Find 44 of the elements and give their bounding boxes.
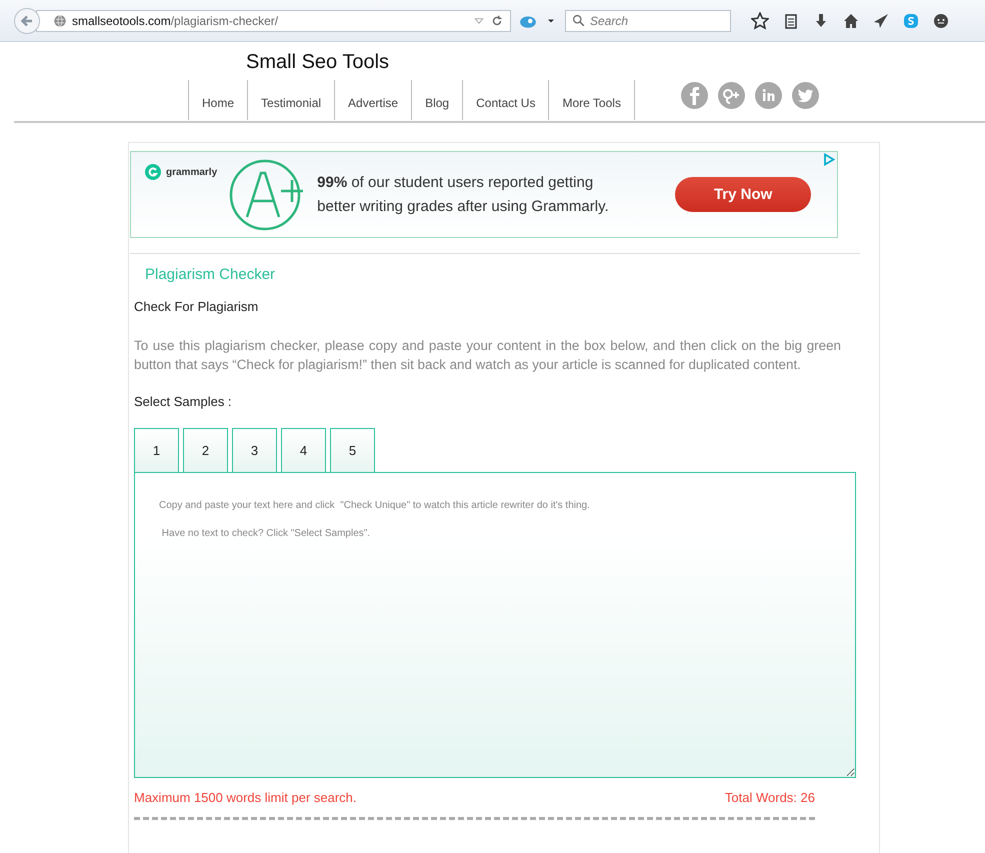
google-plus-icon[interactable] (718, 82, 745, 109)
ad-banner[interactable]: grammarly 99% of our student users reported getting better writing grades after using Grammarly. Try Now (130, 151, 838, 238)
home-icon[interactable] (843, 12, 859, 28)
address-bar[interactable]: smallseotools.com/plagiarism-checker/ (36, 10, 511, 32)
reload-icon[interactable] (490, 14, 504, 28)
try-now-button[interactable]: Try Now (675, 177, 812, 212)
facebook-icon[interactable] (681, 82, 708, 109)
skype-icon[interactable] (903, 12, 919, 28)
twitter-icon[interactable] (792, 82, 819, 109)
sample-tab[interactable]: 2 (183, 428, 228, 472)
nav-link[interactable]: Contact Us (463, 80, 550, 120)
star-icon[interactable] (751, 12, 769, 30)
back-arrow-icon (20, 14, 34, 28)
section-title: Check For Plagiarism (134, 299, 260, 314)
search-field[interactable]: Search (565, 10, 731, 32)
nav-link[interactable]: Advertise (335, 80, 412, 120)
linkedin-icon[interactable] (755, 82, 782, 109)
nav-link[interactable]: More Tools (549, 80, 635, 120)
sample-tab[interactable]: 1 (134, 428, 179, 472)
globe-icon (53, 14, 67, 28)
ad-choices-icon[interactable] (823, 153, 835, 166)
ad-text: 99% of our student users reported getting better writing grades after using Grammarly. (317, 172, 610, 216)
site-title: Small Seo Tools (246, 51, 390, 74)
search-icon (572, 14, 585, 27)
grade-badge-icon (229, 158, 306, 230)
back-button[interactable] (14, 8, 40, 34)
url-text: smallseotools.com/plagiarism-checker/ (72, 14, 278, 28)
sample-tab[interactable]: 4 (281, 428, 326, 472)
sample-tab[interactable]: 3 (232, 428, 277, 472)
nav-link[interactable]: Blog (412, 80, 464, 120)
samples-label: Select Samples : (134, 394, 233, 409)
intro-paragraph: To use this plagiarism checker, please copy and paste your content in the box below, and then click on the big green button that says “Check for plagiarism!” then sit back and watch as your article is scanned for duplicated content. (134, 337, 841, 374)
word-count: Total Words: 26 (724, 790, 815, 805)
nav-link[interactable]: Testimonial (248, 80, 336, 120)
page-heading: Plagiarism Checker (145, 266, 276, 283)
clipboard-icon[interactable] (783, 12, 799, 28)
nav-link[interactable]: Home (189, 80, 248, 120)
paper-plane-icon[interactable] (873, 12, 889, 28)
text-input-area[interactable]: Copy and paste your text here and click "Check Unique" to watch this article rewriter do it's thing. Have no text to check? Click "Select Samples". (134, 472, 856, 778)
sample-tab[interactable]: 5 (330, 428, 375, 472)
word-limit-note: Maximum 1500 words limit per search. (134, 790, 357, 805)
brand-name: grammarly (166, 166, 218, 178)
grammarly-logo-icon (145, 164, 161, 180)
download-icon[interactable] (813, 12, 829, 28)
